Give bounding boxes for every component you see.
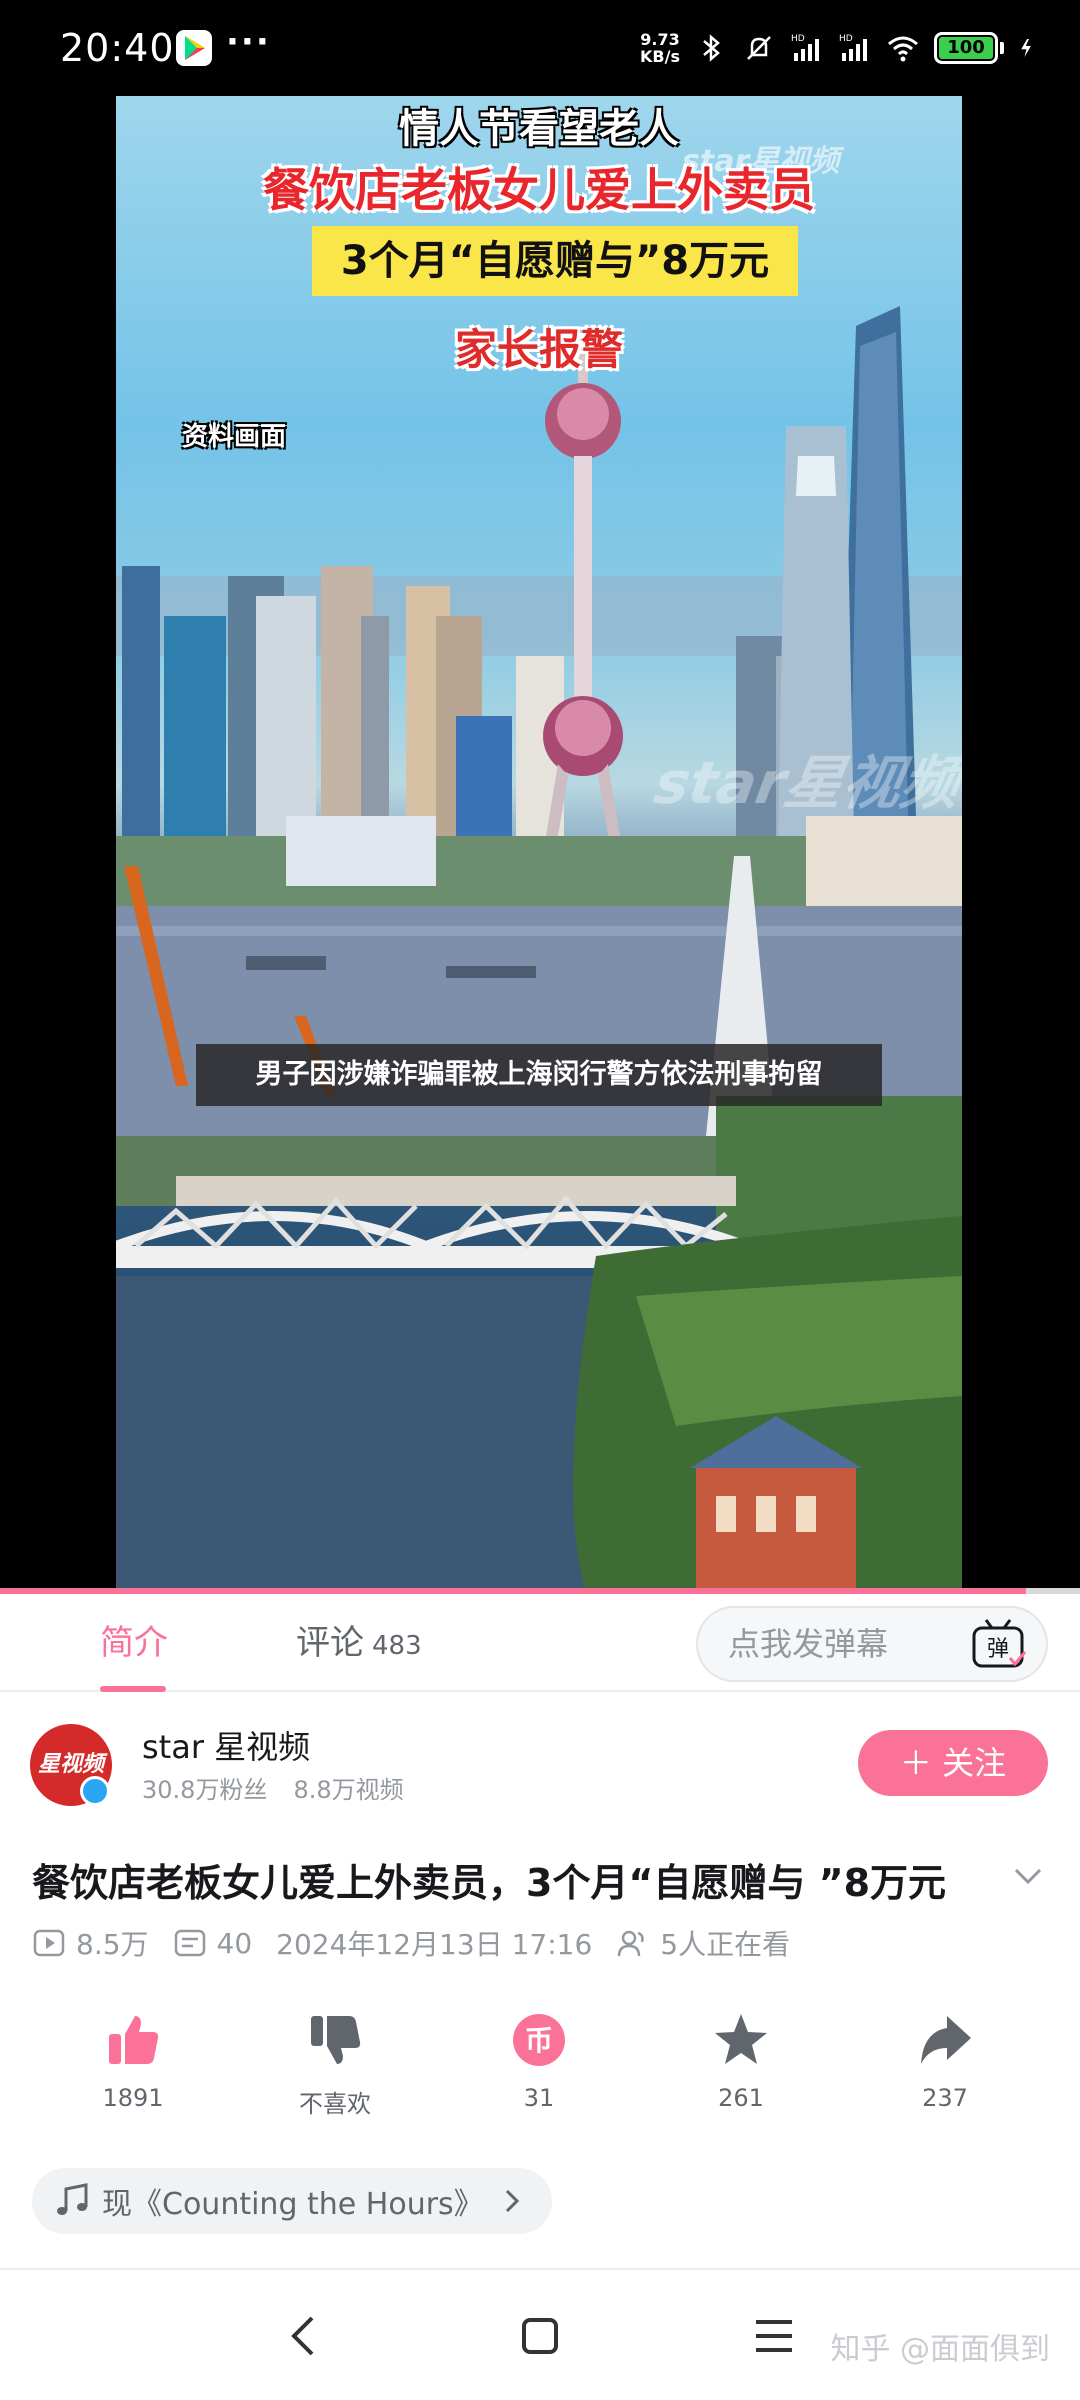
tab-intro[interactable]: 简介 <box>100 1594 168 1692</box>
follower-count: 30.8万粉丝 <box>142 1776 268 1804</box>
publish-date: 2024年12月13日 17:16 <box>276 1928 593 1961</box>
watching-count: 5人正在看 <box>660 1928 791 1961</box>
video-caption-2: 餐饮店老板女儿爱上外卖员 <box>263 163 815 217</box>
video-player[interactable]: 情人节看望老人 star星视频 餐饮店老板女儿爱上外卖员 3个月“自愿赠与”8万… <box>0 96 1080 1592</box>
bluetooth-icon <box>703 34 720 62</box>
play-store-icon <box>176 30 212 66</box>
play-count-icon <box>33 1929 65 1957</box>
uploader-card: 星视频 star 星视频 30.8万粉丝 8.8万视频 ＋ 关注 <box>0 1694 1080 1834</box>
dislike-button[interactable]: 不喜欢 <box>270 2010 400 2119</box>
uploader-stats: 30.8万粉丝 8.8万视频 <box>142 1770 404 1805</box>
video-frame[interactable]: 情人节看望老人 star星视频 餐饮店老板女儿爱上外卖员 3个月“自愿赠与”8万… <box>116 96 962 1592</box>
svg-text:HD: HD <box>839 34 853 44</box>
thumbs-up-icon <box>109 2016 159 2064</box>
video-caption-3: 3个月“自愿赠与”8万元 <box>340 238 770 284</box>
status-time: 20:40 <box>60 26 175 70</box>
video-caption-3-box: 3个月“自愿赠与”8万元 <box>312 226 798 296</box>
music-label: 现《Counting the Hours》 <box>102 2187 484 2222</box>
danmaku-count: 40 <box>216 1926 253 1960</box>
danmaku-placeholder: 点我发弹幕 <box>728 1625 889 1663</box>
system-nav-bar: 知乎 @面面俱到 <box>0 2268 1080 2400</box>
verified-badge-icon <box>80 1776 110 1806</box>
favorite-button[interactable]: 261 <box>676 2010 806 2112</box>
wifi-icon <box>888 36 918 62</box>
tab-active-indicator <box>100 1686 166 1692</box>
danmaku-toggle-icon[interactable]: 弹 <box>970 1618 1028 1672</box>
mute-icon <box>747 36 771 60</box>
comment-count: 483 <box>372 1631 422 1661</box>
video-subtitle: 男子因涉嫌诈骗罪被上海闵行警方依法刑事拘留 <box>196 1044 882 1106</box>
svg-text:HD: HD <box>791 34 805 44</box>
dislike-label: 不喜欢 <box>299 2090 371 2118</box>
coin-button[interactable]: 币 31 <box>474 2010 604 2112</box>
video-source-label: 资料画面 <box>182 422 287 452</box>
source-watermark: 知乎 @面面俱到 <box>830 2332 1050 2367</box>
battery-icon: 100 <box>934 32 1004 64</box>
like-button[interactable]: 1891 <box>68 2010 198 2112</box>
chevron-down-icon[interactable] <box>1010 1858 1046 1894</box>
favorite-count: 261 <box>718 2084 764 2112</box>
coin-count: 31 <box>523 2084 555 2112</box>
tab-bar: 简介 评论 483 点我发弹幕 弹 <box>0 1594 1080 1692</box>
danmaku-count-icon <box>174 1929 205 1957</box>
home-icon[interactable] <box>512 2308 568 2364</box>
video-title[interactable]: 餐饮店老板女儿爱上外卖员，3个月“自愿赠与 ”8万元 <box>32 1852 982 1907</box>
action-bar: 1891 不喜欢 币 31 261 237 <box>0 2010 1080 2130</box>
charging-icon <box>1021 38 1031 58</box>
video-watermark-mid: star星视频 <box>649 749 962 817</box>
thumbs-down-icon <box>311 2016 361 2064</box>
net-speed: 9.73 KB/s <box>640 30 680 66</box>
danmaku-input[interactable]: 点我发弹幕 弹 <box>696 1606 1048 1682</box>
svg-text:币: 币 <box>525 2024 553 2057</box>
share-icon <box>921 2016 971 2064</box>
music-chip[interactable]: 现《Counting the Hours》 <box>32 2168 552 2234</box>
chevron-right-icon <box>505 2189 519 2213</box>
music-note-icon <box>57 2183 88 2215</box>
status-bar: 20:40 ··· 9.73 KB/s HD HD 100 <box>0 0 1080 96</box>
video-meta: 8.5万 40 2024年12月13日 17:16 5人正在看 <box>32 1920 790 1966</box>
tab-comments[interactable]: 评论 483 <box>296 1594 422 1692</box>
video-caption-4: 家长报警 <box>454 325 623 374</box>
coin-icon: 币 <box>513 2014 565 2066</box>
video-count: 8.8万视频 <box>293 1776 404 1804</box>
share-count: 237 <box>922 2084 968 2112</box>
share-button[interactable]: 237 <box>880 2010 1010 2112</box>
viewers-icon <box>618 1930 645 1957</box>
more-notifications-icon: ··· <box>226 22 271 62</box>
back-icon[interactable] <box>276 2308 332 2364</box>
signal-hd-icon: HD <box>791 34 819 61</box>
star-icon <box>715 2014 767 2064</box>
svg-text:弹: 弹 <box>987 1637 1009 1662</box>
view-count: 8.5万 <box>76 1928 149 1961</box>
signal-hd-icon: HD <box>839 34 867 61</box>
follow-button[interactable]: ＋ 关注 <box>858 1730 1048 1796</box>
recents-menu-icon[interactable] <box>746 2308 802 2364</box>
like-count: 1891 <box>102 2084 164 2112</box>
uploader-name[interactable]: star 星视频 <box>142 1722 310 1768</box>
